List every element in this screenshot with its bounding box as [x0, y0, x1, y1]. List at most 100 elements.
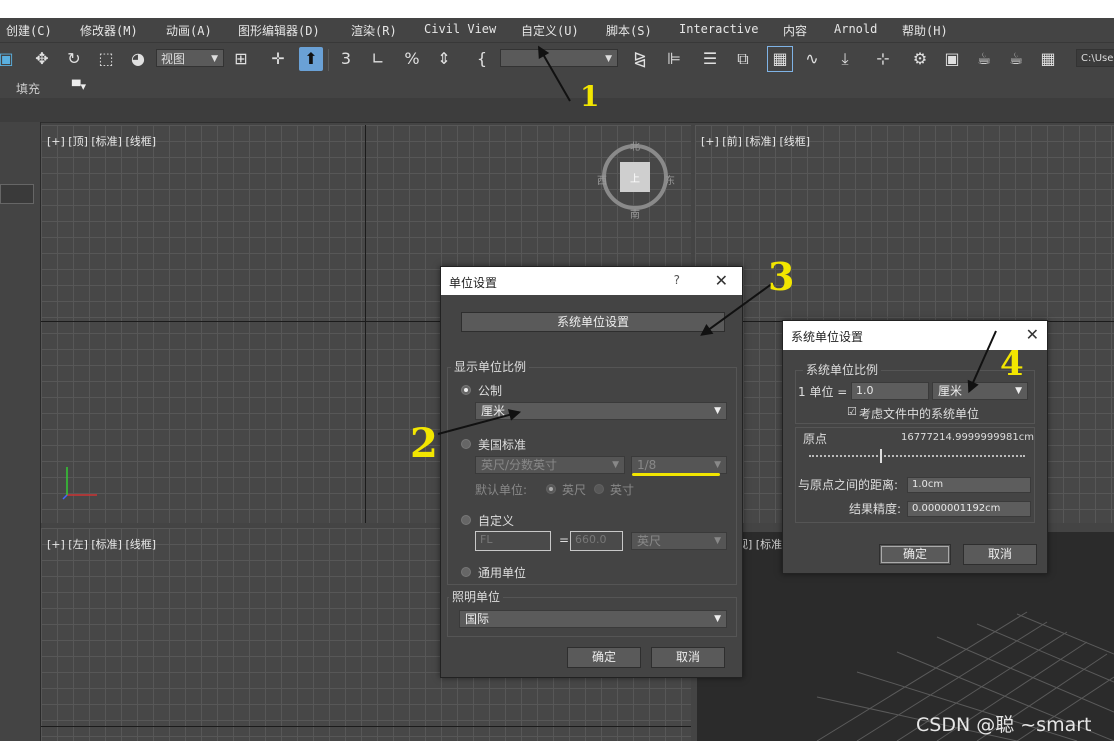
menu-rendering[interactable]: 渲染(R) — [351, 22, 397, 39]
custom-label[interactable]: 自定义 — [478, 512, 514, 529]
render-production-icon[interactable]: ☕ — [972, 47, 996, 71]
select-manipulate-icon[interactable]: ✛ — [266, 47, 290, 71]
annotation-number-2: 2 — [410, 420, 438, 467]
lighting-units-label: 照明单位 — [449, 588, 504, 605]
material-editor-icon[interactable]: ⊹ — [871, 47, 895, 71]
curve-editor-icon[interactable]: ∿ — [800, 47, 824, 71]
menu-animation[interactable]: 动画(A) — [166, 22, 212, 39]
fraction-dropdown[interactable]: 1/8 ▼ — [631, 456, 727, 474]
unit-value-field[interactable]: 1.0 — [851, 382, 929, 400]
scene-explorer-icon[interactable]: ☰ — [698, 47, 722, 71]
reference-coordinate-dropdown[interactable]: 视图 ▼ — [156, 49, 224, 67]
us-unit-dropdown[interactable]: 英尺/分数英寸 ▼ — [475, 456, 625, 474]
cancel-button[interactable]: 取消 — [651, 647, 725, 668]
system-unit-dropdown[interactable]: 厘米 ▼ — [932, 382, 1028, 400]
menu-arnold[interactable]: Arnold — [834, 22, 877, 36]
render-setup-icon[interactable]: ⚙ — [908, 47, 932, 71]
viewcube-south: 南 — [630, 210, 640, 221]
reference-coordinate-value: 视图 — [161, 52, 186, 66]
help-icon[interactable]: ? — [674, 273, 680, 287]
ribbon-populate-tab[interactable]: 填充 — [16, 80, 40, 97]
ok-button[interactable]: 确定 — [567, 647, 641, 668]
rotate-icon[interactable]: ↻ — [62, 47, 86, 71]
origin-value: 16777214.9999999981cm — [901, 432, 1034, 443]
metric-label[interactable]: 公制 — [478, 382, 502, 399]
default-feet-radio[interactable] — [546, 484, 556, 494]
generic-units-label[interactable]: 通用单位 — [478, 564, 526, 581]
viewcube-top-face[interactable]: 上 — [620, 162, 650, 192]
viewport-front-label[interactable]: [+] [前] [标准] [线框] — [701, 133, 810, 149]
cancel-button[interactable]: 取消 — [963, 544, 1037, 565]
left-panel-field[interactable] — [0, 184, 34, 204]
viewcube-face-label: 上 — [630, 174, 640, 185]
angle-snap-icon[interactable]: ∟ — [366, 47, 390, 71]
align-icon[interactable]: ⊫ — [662, 47, 686, 71]
select-link-icon[interactable]: ▣ — [0, 47, 18, 71]
menu-content[interactable]: 内容 — [783, 22, 807, 39]
default-inches-label[interactable]: 英寸 — [610, 481, 634, 498]
us-standard-radio[interactable] — [461, 439, 471, 449]
respect-system-units-label[interactable]: 考虑文件中的系统单位 — [859, 405, 979, 422]
snaps-toggle-icon[interactable]: 3 — [334, 47, 358, 71]
viewport-left-x-axis — [41, 726, 691, 727]
viewport-left-label[interactable]: [+] [左] [标准] [线框] — [47, 536, 156, 552]
origin-slider-track[interactable] — [809, 455, 1025, 461]
custom-unit-dropdown[interactable]: 英尺 ▼ — [631, 532, 727, 550]
origin-slider-handle[interactable] — [880, 449, 882, 463]
chevron-down-icon: ▼ — [714, 614, 721, 624]
viewcube[interactable]: 上 — [602, 144, 668, 210]
spinner-snap-icon[interactable]: ⇕ — [432, 47, 456, 71]
default-feet-label[interactable]: 英尺 — [562, 481, 586, 498]
distance-from-origin-field[interactable]: 1.0cm — [907, 477, 1031, 493]
render-cloud-icon[interactable]: ▦ — [1036, 47, 1060, 71]
menu-help[interactable]: 帮助(H) — [902, 22, 948, 39]
menu-civil-view[interactable]: Civil View — [424, 22, 496, 36]
schematic-view-icon[interactable]: ⤓ — [833, 47, 857, 71]
menu-graph-editors[interactable]: 图形编辑器(D) — [238, 22, 320, 39]
edit-named-selection-icon[interactable]: { — [470, 47, 494, 71]
toggle-ribbon-icon[interactable]: ▦ — [767, 46, 793, 72]
percent-snap-icon[interactable]: % — [400, 47, 424, 71]
ribbon-panel — [0, 98, 1114, 123]
metric-radio[interactable] — [461, 385, 471, 395]
generic-units-radio[interactable] — [461, 567, 471, 577]
menu-customize[interactable]: 自定义(U) — [521, 22, 579, 39]
custom-value-field[interactable]: 660.0 — [570, 531, 623, 551]
keyboard-shortcut-override-icon[interactable]: ⬆ — [299, 47, 323, 71]
rendered-frame-window-icon[interactable]: ▣ — [940, 47, 964, 71]
scale-icon[interactable]: ⬚ — [94, 47, 118, 71]
menu-interactive[interactable]: Interactive — [679, 22, 758, 36]
resulting-accuracy-field[interactable]: 0.0000001192cm — [907, 501, 1031, 517]
system-unit-setup-button[interactable]: 系统单位设置 — [461, 312, 725, 332]
fraction-value: 1/8 — [637, 458, 657, 472]
menu-scripting[interactable]: 脚本(S) — [606, 22, 652, 39]
annotation-number-3: 3 — [768, 254, 795, 299]
watermark: CSDN @聪 ~smart — [916, 714, 1092, 736]
move-icon[interactable]: ✥ — [30, 47, 54, 71]
close-icon[interactable]: ✕ — [715, 271, 728, 290]
pivot-center-icon[interactable]: ⊞ — [229, 47, 253, 71]
chevron-down-icon: ▼ — [211, 54, 218, 64]
select-place-icon[interactable]: ◕ — [126, 47, 150, 71]
default-inches-radio[interactable] — [594, 484, 604, 494]
menu-modifiers[interactable]: 修改器(M) — [80, 22, 138, 39]
layer-explorer-icon[interactable]: ⧉ — [731, 47, 755, 71]
custom-name-field[interactable]: FL — [475, 531, 551, 551]
toolbar-divider — [328, 49, 329, 71]
lighting-units-dropdown[interactable]: 国际 ▼ — [459, 610, 727, 628]
us-standard-label[interactable]: 美国标准 — [478, 436, 526, 453]
close-icon[interactable]: ✕ — [1026, 325, 1039, 344]
project-path-field[interactable]: C:\Use — [1076, 49, 1114, 67]
respect-system-units-checkbox[interactable]: ☑ — [847, 405, 857, 418]
axis-tripod-icon — [62, 467, 97, 500]
display-unit-scale-label: 显示单位比例 — [451, 358, 530, 375]
ribbon-toggle-icon[interactable]: ▀▾ — [72, 80, 86, 93]
render-iterative-icon[interactable]: ☕ — [1004, 47, 1028, 71]
ok-button[interactable]: 确定 — [879, 544, 951, 565]
viewport-top-label[interactable]: [+] [顶] [标准] [线框] — [47, 133, 156, 149]
menu-create[interactable]: 创建(C) — [6, 22, 52, 39]
mirror-icon[interactable]: ⧎ — [628, 47, 652, 71]
lighting-units-value: 国际 — [465, 612, 490, 626]
named-selection-dropdown[interactable]: ▼ — [500, 49, 618, 67]
custom-radio[interactable] — [461, 515, 471, 525]
